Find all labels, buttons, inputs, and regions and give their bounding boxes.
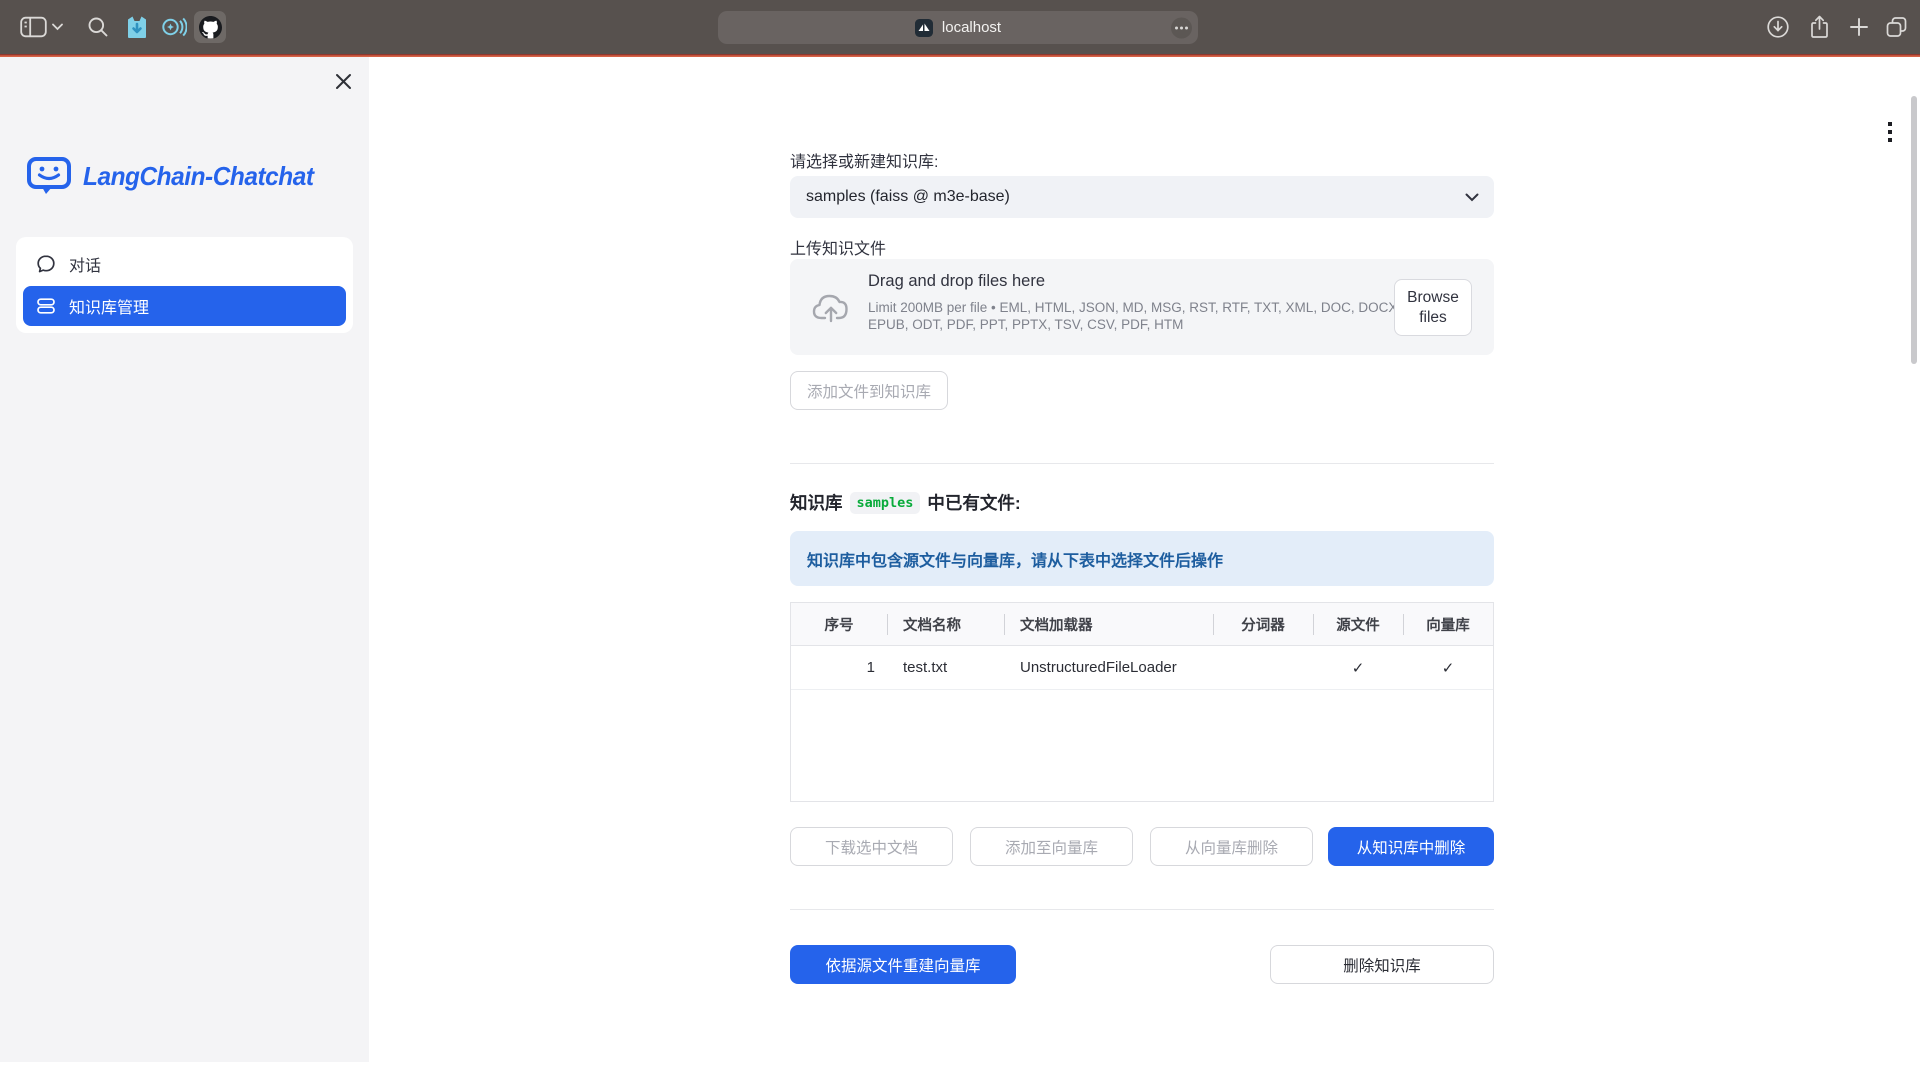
kb-select-value: samples (faiss @ m3e-base) bbox=[806, 188, 1010, 206]
cell-splitter bbox=[1213, 646, 1313, 689]
cat-extension-icon[interactable] bbox=[124, 14, 150, 40]
scrollbar-thumb[interactable] bbox=[1911, 96, 1917, 364]
delete-kb-button[interactable]: 删除知识库 bbox=[1270, 945, 1494, 984]
divider bbox=[790, 909, 1494, 910]
cell-loader: UnstructuredFileLoader bbox=[1004, 646, 1213, 689]
file-dropzone[interactable]: Drag and drop files here Limit 200MB per… bbox=[790, 259, 1494, 355]
sidebar-nav: 对话 知识库管理 bbox=[16, 237, 353, 333]
col-header-source[interactable]: 源文件 bbox=[1313, 603, 1403, 645]
add-files-button[interactable]: 添加文件到知识库 bbox=[790, 371, 948, 410]
upload-label: 上传知识文件 bbox=[790, 235, 886, 259]
app-menu-icon[interactable] bbox=[1888, 122, 1892, 142]
rebuild-vector-button[interactable]: 依据源文件重建向量库 bbox=[790, 945, 1016, 984]
sidebar-item-label: 对话 bbox=[69, 252, 101, 276]
add-to-vector-button[interactable]: 添加至向量库 bbox=[970, 827, 1133, 866]
delete-from-kb-button[interactable]: 从知识库中删除 bbox=[1328, 827, 1494, 866]
app-logo-text: LangChain-Chatchat bbox=[83, 161, 314, 192]
cell-index: 1 bbox=[791, 646, 887, 689]
sidebar-toggle-icon[interactable] bbox=[20, 17, 47, 38]
col-header-splitter[interactable]: 分词器 bbox=[1213, 603, 1313, 645]
github-extension-icon[interactable] bbox=[194, 11, 226, 43]
kb-select-label: 请选择或新建知识库: bbox=[790, 148, 938, 172]
chat-bubble-icon bbox=[36, 254, 56, 274]
site-favicon bbox=[915, 19, 933, 37]
cell-source-check: ✓ bbox=[1313, 646, 1403, 689]
sidebar-chevron-icon[interactable] bbox=[52, 24, 63, 31]
sidebar-item-label: 知识库管理 bbox=[69, 294, 149, 318]
sidebar-item-chat[interactable]: 对话 bbox=[23, 244, 346, 284]
dropzone-hint: Limit 200MB per file • EML, HTML, JSON, … bbox=[868, 299, 1416, 333]
files-heading: 知识库 samples 中已有文件: bbox=[790, 490, 1021, 515]
sidebar-bottom-strip bbox=[0, 1062, 369, 1080]
kb-select[interactable]: samples (faiss @ m3e-base) bbox=[790, 176, 1494, 218]
new-tab-icon[interactable] bbox=[1849, 17, 1869, 37]
files-heading-suffix: 中已有文件: bbox=[927, 490, 1020, 515]
search-icon[interactable] bbox=[87, 16, 109, 38]
info-message: 知识库中包含源文件与向量库，请从下表中选择文件后操作 bbox=[790, 531, 1494, 586]
page-options-icon[interactable] bbox=[1171, 17, 1192, 38]
sidebar: LangChain-Chatchat 对话 知识库管理 bbox=[0, 57, 369, 1080]
files-table: 序号 文档名称 文档加载器 分词器 源文件 向量库 1 test.txt Uns… bbox=[790, 602, 1494, 802]
cell-vector-check: ✓ bbox=[1403, 646, 1493, 689]
col-header-vector[interactable]: 向量库 bbox=[1403, 603, 1493, 645]
share-icon[interactable] bbox=[1808, 15, 1831, 40]
chevron-down-icon bbox=[1465, 193, 1479, 202]
cloud-upload-icon bbox=[810, 285, 854, 325]
circles-extension-icon[interactable] bbox=[160, 14, 187, 40]
chatchat-logo-icon bbox=[26, 155, 72, 197]
browse-files-button[interactable]: Browse files bbox=[1394, 279, 1472, 336]
address-bar[interactable]: localhost bbox=[718, 11, 1198, 44]
dropzone-title: Drag and drop files here bbox=[868, 272, 1045, 291]
divider bbox=[790, 463, 1494, 464]
table-row[interactable]: 1 test.txt UnstructuredFileLoader ✓ ✓ bbox=[791, 646, 1493, 690]
col-header-name[interactable]: 文档名称 bbox=[887, 603, 1004, 645]
url-text: localhost bbox=[942, 19, 1001, 36]
col-header-loader[interactable]: 文档加载器 bbox=[1004, 603, 1213, 645]
cell-name: test.txt bbox=[887, 646, 1004, 689]
sidebar-item-knowledge-base[interactable]: 知识库管理 bbox=[23, 286, 346, 326]
kb-name-code: samples bbox=[850, 492, 921, 514]
col-header-index[interactable]: 序号 bbox=[791, 603, 887, 645]
downloads-icon[interactable] bbox=[1766, 15, 1790, 39]
app-logo: LangChain-Chatchat bbox=[26, 155, 328, 197]
delete-from-vector-button[interactable]: 从向量库删除 bbox=[1150, 827, 1313, 866]
tab-overview-icon[interactable] bbox=[1884, 15, 1909, 39]
download-selected-button[interactable]: 下载选中文档 bbox=[790, 827, 953, 866]
sidebar-close-icon[interactable] bbox=[332, 70, 354, 92]
files-heading-prefix: 知识库 bbox=[790, 490, 843, 515]
stacked-bars-icon bbox=[36, 296, 56, 316]
browser-toolbar: localhost bbox=[0, 0, 1920, 54]
table-header-row: 序号 文档名称 文档加载器 分词器 源文件 向量库 bbox=[791, 603, 1493, 646]
